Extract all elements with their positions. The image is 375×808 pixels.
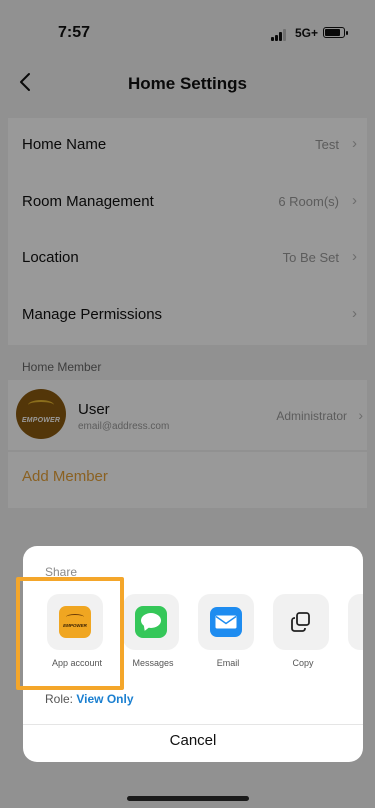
role-line: Role: View Only	[45, 692, 134, 706]
app-tile[interactable]	[348, 594, 363, 650]
app-label: Copy	[292, 658, 314, 668]
app-tile[interactable]	[198, 594, 254, 650]
cancel-button[interactable]: Cancel	[23, 732, 363, 749]
role-label: Role:	[45, 692, 74, 706]
home-indicator	[127, 796, 249, 801]
role-value-link[interactable]: View Only	[76, 692, 133, 706]
app-tile[interactable]	[273, 594, 329, 650]
divider	[23, 724, 363, 725]
copy-icon	[291, 612, 310, 632]
messages-icon	[135, 606, 167, 638]
app-screen: 7:57 5G+ Home Settings Home Name Test › …	[0, 0, 375, 808]
app-tile[interactable]	[123, 594, 179, 650]
highlight-box	[16, 577, 124, 690]
mail-icon	[210, 607, 242, 637]
